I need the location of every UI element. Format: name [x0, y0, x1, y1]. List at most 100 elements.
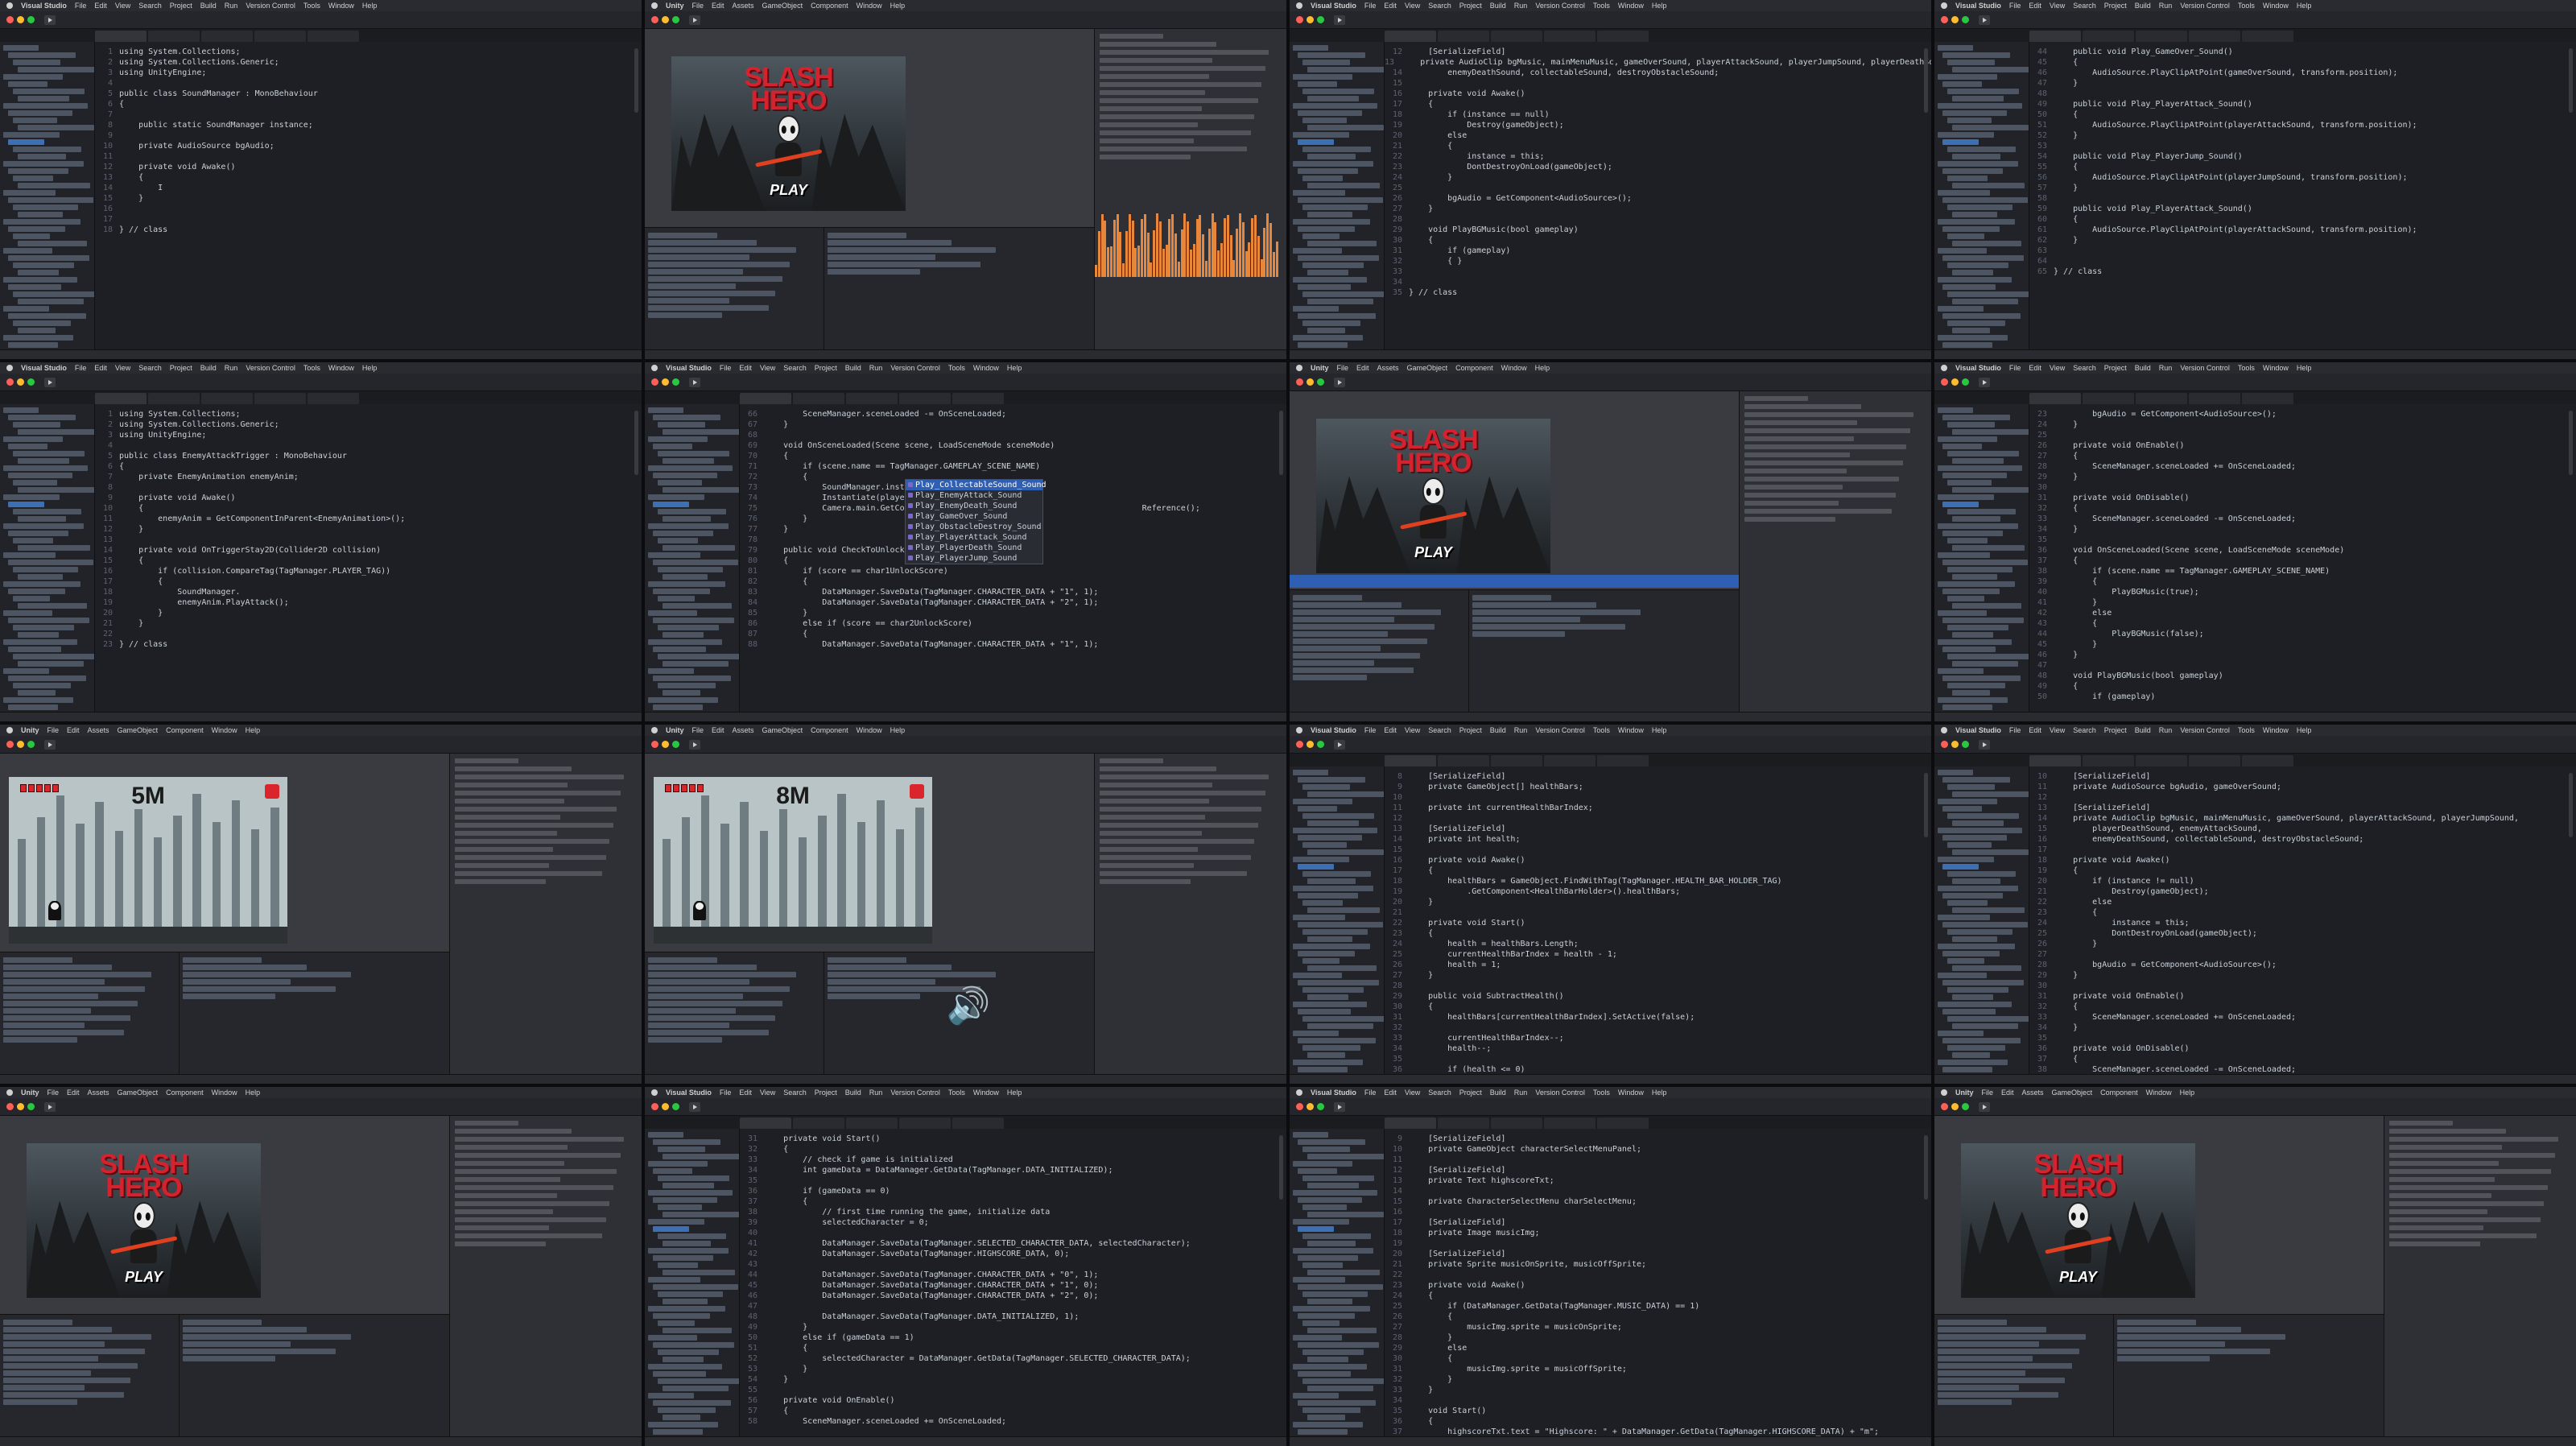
menu-app-name[interactable]: Visual Studio: [1955, 726, 2001, 734]
project-folder[interactable]: [3, 1391, 124, 1398]
solution-tree-item[interactable]: [1298, 342, 1348, 348]
menu-app-name[interactable]: Unity: [1955, 1089, 1974, 1097]
solution-tree-item[interactable]: [658, 1175, 730, 1181]
solution-tree-item[interactable]: [1952, 212, 1997, 217]
solution-tree-item[interactable]: [1938, 639, 2012, 645]
code-editor[interactable]: 44 public void Play_GameOver_Sound() 45 {…: [2029, 42, 2576, 349]
project-folder[interactable]: [1293, 616, 1395, 622]
menu-item[interactable]: Help: [1007, 1089, 1022, 1097]
inspector-field[interactable]: [2388, 1185, 2548, 1190]
solution-tree-item[interactable]: [8, 415, 76, 420]
solution-tree-item[interactable]: [18, 96, 70, 101]
solution-tree-item[interactable]: [1952, 241, 2022, 246]
inspector-field[interactable]: [1744, 477, 1900, 481]
apple-icon[interactable]: [651, 2, 658, 9]
solution-tree-item[interactable]: [1302, 1233, 1372, 1239]
project-folder[interactable]: [1293, 601, 1402, 608]
solution-tree-item[interactable]: [1302, 1204, 1347, 1210]
solution-tree-item[interactable]: [1293, 1190, 1377, 1196]
project-folder[interactable]: [3, 1007, 92, 1014]
solution-tree-item[interactable]: [1307, 1415, 1345, 1420]
minimize-button[interactable]: [17, 741, 24, 748]
solution-tree-item[interactable]: [8, 139, 44, 145]
editor-tab[interactable]: [148, 31, 200, 42]
solution-tree-item[interactable]: [648, 552, 701, 558]
solution-tree-item[interactable]: [663, 1386, 729, 1391]
solution-tree-item[interactable]: [663, 603, 733, 609]
project-folder[interactable]: [648, 1007, 737, 1014]
solution-tree-item[interactable]: [663, 1154, 739, 1159]
solution-tree-item[interactable]: [1938, 770, 1973, 775]
project-file[interactable]: [183, 1341, 291, 1347]
solution-tree-item[interactable]: [1942, 675, 2021, 681]
inspector-field[interactable]: [454, 823, 613, 828]
solution-tree-item[interactable]: [1302, 205, 1368, 210]
solution-tree-item[interactable]: [1938, 857, 1994, 862]
menu-item[interactable]: Window: [1618, 726, 1644, 734]
apple-icon[interactable]: [6, 727, 13, 733]
menu-item[interactable]: Help: [890, 726, 906, 734]
solution-tree-item[interactable]: [1938, 335, 2008, 341]
inspector-field[interactable]: [1099, 863, 1195, 868]
menu-item[interactable]: Project: [2104, 726, 2127, 734]
menu-app-name[interactable]: Visual Studio: [666, 1089, 712, 1097]
solution-tree-item[interactable]: [1293, 973, 1343, 978]
menu-item[interactable]: Window: [973, 1089, 999, 1097]
inspector-field[interactable]: [454, 799, 564, 804]
solution-tree-item[interactable]: [3, 697, 74, 703]
run-button[interactable]: [1334, 14, 1345, 25]
solution-tree-item[interactable]: [653, 1139, 720, 1145]
solution-tree-item[interactable]: [658, 625, 720, 630]
menu-item[interactable]: Project: [1459, 2, 1482, 10]
solution-tree-item[interactable]: [1942, 52, 2010, 58]
editor-tab[interactable]: [201, 393, 253, 404]
solution-tree-item[interactable]: [1307, 1183, 1360, 1188]
inspector-field[interactable]: [1099, 147, 1248, 151]
project-file[interactable]: [828, 261, 980, 267]
menu-item[interactable]: View: [115, 2, 130, 10]
menu-item[interactable]: Help: [1535, 364, 1550, 372]
inspector-field[interactable]: [1099, 758, 1164, 763]
solution-tree-item[interactable]: [1938, 277, 2012, 283]
menu-item[interactable]: Tools: [2238, 2, 2255, 10]
apple-icon[interactable]: [1296, 1089, 1302, 1096]
project-file[interactable]: [183, 1333, 352, 1340]
solution-tree-item[interactable]: [1293, 770, 1328, 775]
menu-item[interactable]: Help: [1652, 726, 1667, 734]
solution-tree-item[interactable]: [3, 552, 56, 558]
menu-item[interactable]: Window: [857, 726, 882, 734]
scrollbar[interactable]: [1924, 773, 1928, 837]
inspector-field[interactable]: [1099, 42, 1216, 47]
close-button[interactable]: [1296, 378, 1303, 386]
solution-tree-item[interactable]: [1942, 922, 2028, 928]
menu-item[interactable]: Window: [857, 2, 882, 10]
inspector-field[interactable]: [454, 1209, 553, 1214]
solution-tree-item[interactable]: [1947, 1016, 2029, 1022]
project-file[interactable]: [183, 1326, 307, 1332]
solution-tree-item[interactable]: [658, 567, 723, 572]
inspector-field[interactable]: [2388, 1233, 2537, 1238]
solution-tree-item[interactable]: [1293, 306, 1339, 312]
solution-tree-item[interactable]: [1307, 791, 1384, 797]
menu-item[interactable]: Assets: [88, 1089, 109, 1097]
editor-tab[interactable]: [2189, 393, 2240, 404]
solution-tree-item[interactable]: [18, 516, 66, 522]
project-folder[interactable]: [648, 268, 743, 275]
solution-tree-item[interactable]: [18, 212, 63, 217]
solution-tree-item[interactable]: [658, 1320, 695, 1326]
project-folder[interactable]: [3, 1333, 152, 1340]
menu-item[interactable]: Help: [362, 364, 378, 372]
inspector-field[interactable]: [454, 1225, 550, 1230]
project-folder[interactable]: [3, 1362, 138, 1369]
project-folder[interactable]: [1938, 1355, 2033, 1361]
project-file[interactable]: [2117, 1319, 2197, 1325]
solution-tree-item[interactable]: [1952, 849, 2029, 855]
solution-tree-item[interactable]: [8, 502, 44, 507]
inspector-field[interactable]: [1099, 823, 1258, 828]
editor-tab[interactable]: [1438, 1118, 1489, 1129]
menu-item[interactable]: Window: [2263, 2, 2289, 10]
solution-tree-item[interactable]: [648, 436, 708, 442]
solution-tree-item[interactable]: [1293, 886, 1374, 891]
solution-tree-item[interactable]: [663, 1299, 708, 1304]
zoom-button[interactable]: [672, 1103, 679, 1110]
